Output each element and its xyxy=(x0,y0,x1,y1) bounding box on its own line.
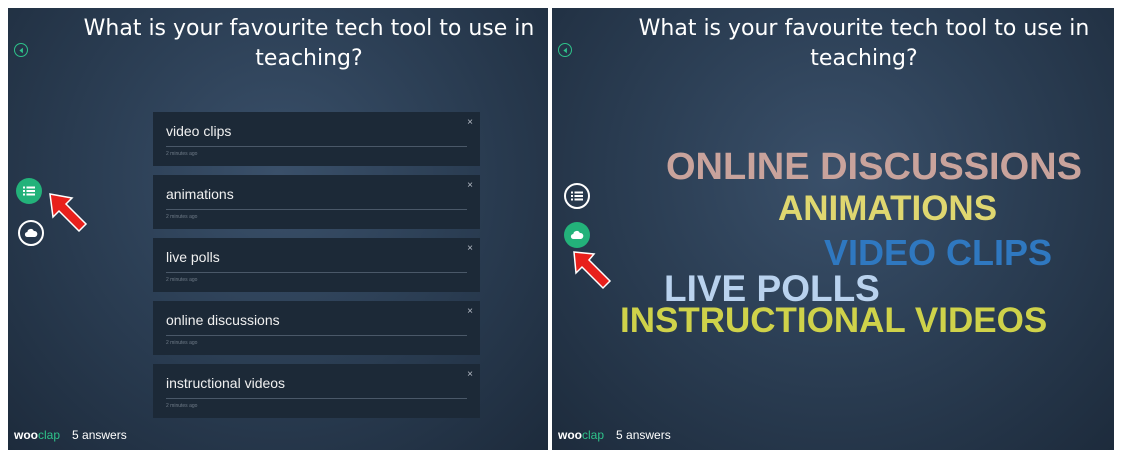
divider xyxy=(166,398,467,399)
list-view-button[interactable] xyxy=(16,178,42,204)
close-icon[interactable]: × xyxy=(467,243,473,254)
cloud-icon xyxy=(24,228,38,238)
list-view-button[interactable] xyxy=(564,183,590,209)
cloud-view-button[interactable] xyxy=(564,222,590,248)
back-button[interactable] xyxy=(558,43,572,57)
cloud-view-button[interactable] xyxy=(18,220,44,246)
answers-count: 5 answers xyxy=(72,428,127,442)
answer-time: 2 minutes ago xyxy=(166,214,198,220)
answer-time: 2 minutes ago xyxy=(166,403,198,409)
chevron-left-icon xyxy=(562,47,567,53)
footer: wooclap 5 answers xyxy=(14,428,127,442)
answer-time: 2 minutes ago xyxy=(166,151,198,157)
wooclap-logo: wooclap xyxy=(14,428,61,442)
word-cloud-word: ANIMATIONS xyxy=(778,189,998,228)
divider xyxy=(166,272,467,273)
word-cloud-word: INSTRUCTIONAL VIDEOS xyxy=(620,301,1048,340)
answer-time: 2 minutes ago xyxy=(166,277,198,283)
answer-text: video clips xyxy=(166,123,232,139)
chevron-left-icon xyxy=(18,47,23,53)
close-icon[interactable]: × xyxy=(467,117,473,128)
answer-card: online discussions × 2 minutes ago xyxy=(153,301,480,355)
divider xyxy=(166,209,467,210)
word-cloud-word: ONLINE DISCUSSIONS xyxy=(666,146,1082,188)
list-icon xyxy=(23,186,35,196)
answer-card: video clips × 2 minutes ago xyxy=(153,112,480,166)
answer-card: instructional videos × 2 minutes ago xyxy=(153,364,480,418)
cloud-icon xyxy=(570,230,584,240)
wooclap-logo: wooclap xyxy=(558,428,605,442)
answers-count: 5 answers xyxy=(616,428,671,442)
answer-text: live polls xyxy=(166,249,220,265)
red-arrow-icon xyxy=(573,251,612,290)
answer-card: live polls × 2 minutes ago xyxy=(153,238,480,292)
list-view-panel: What is your favourite tech tool to use … xyxy=(8,8,548,450)
red-arrow-icon xyxy=(49,193,88,232)
word-cloud-panel: What is your favourite tech tool to use … xyxy=(552,8,1114,450)
question-title: What is your favourite tech tool to use … xyxy=(83,16,535,71)
question-title: What is your favourite tech tool to use … xyxy=(638,16,1090,71)
back-button[interactable] xyxy=(14,43,28,57)
word-cloud-word: VIDEO CLIPS xyxy=(824,232,1053,273)
answer-text: instructional videos xyxy=(166,375,286,391)
footer: wooclap 5 answers xyxy=(558,428,671,442)
close-icon[interactable]: × xyxy=(467,306,473,317)
answer-card: animations × 2 minutes ago xyxy=(153,175,480,229)
divider xyxy=(166,146,467,147)
answer-text: animations xyxy=(166,186,234,202)
divider xyxy=(166,335,467,336)
list-icon xyxy=(571,191,583,201)
answer-text: online discussions xyxy=(166,312,280,328)
answer-time: 2 minutes ago xyxy=(166,340,198,346)
close-icon[interactable]: × xyxy=(467,180,473,191)
close-icon[interactable]: × xyxy=(467,369,473,380)
